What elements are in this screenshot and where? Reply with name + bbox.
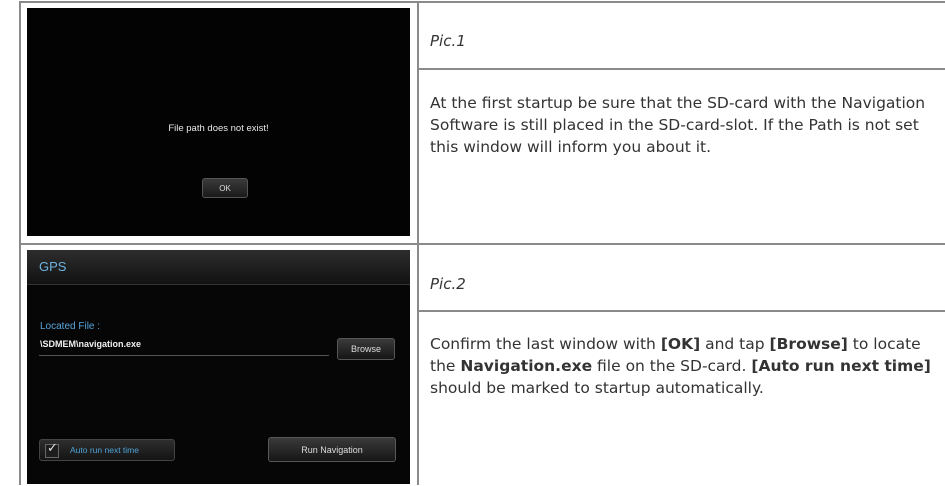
- caption-pic-1: Pic.1: [430, 32, 466, 50]
- desc2-autorun: [Auto run next time]: [751, 357, 931, 375]
- desc2-ok: [OK]: [660, 335, 701, 353]
- ok-button[interactable]: OK: [202, 178, 248, 198]
- caption-pic-2: Pic.2: [430, 275, 466, 293]
- description-pic-2: Confirm the last window with [OK] and ta…: [430, 333, 940, 399]
- located-file-label: Located File :: [40, 321, 101, 332]
- table-border-row1-inner: [418, 68, 945, 70]
- table-border-row-divider: [19, 243, 945, 245]
- table-border-top: [19, 1, 945, 3]
- desc2-text-1: Confirm the last window with: [430, 335, 661, 353]
- auto-run-label: Auto run next time: [70, 445, 139, 455]
- desc2-exe: Navigation.exe: [460, 357, 593, 375]
- auto-run-toggle[interactable]: ✓ Auto run next time: [39, 439, 175, 461]
- table-border-left: [19, 1, 21, 485]
- screenshot-gps-settings: GPS Located File : \SDMEM\navigation.exe…: [27, 250, 410, 484]
- description-pic-1: At the first startup be sure that the SD…: [430, 94, 926, 156]
- screenshot-file-path-error: File path does not exist! OK: [27, 8, 410, 236]
- browse-button[interactable]: Browse: [337, 338, 395, 360]
- desc2-text-2: and tap: [700, 335, 770, 353]
- table-border-row2-inner: [418, 310, 945, 312]
- table-border-middle: [417, 1, 419, 485]
- path-underline: [39, 355, 329, 356]
- desc2-browse: [Browse]: [769, 335, 848, 353]
- error-message: File path does not exist!: [168, 123, 269, 134]
- desc2-text-4: file on the SD-card.: [592, 357, 752, 375]
- gps-header-bar: GPS: [27, 250, 410, 285]
- run-navigation-button[interactable]: Run Navigation: [268, 437, 396, 462]
- checkmark-icon: ✓: [47, 440, 58, 455]
- desc2-text-5: should be marked to startup automaticall…: [430, 379, 764, 397]
- gps-title: GPS: [39, 259, 67, 274]
- located-file-path: \SDMEM\navigation.exe: [40, 339, 142, 349]
